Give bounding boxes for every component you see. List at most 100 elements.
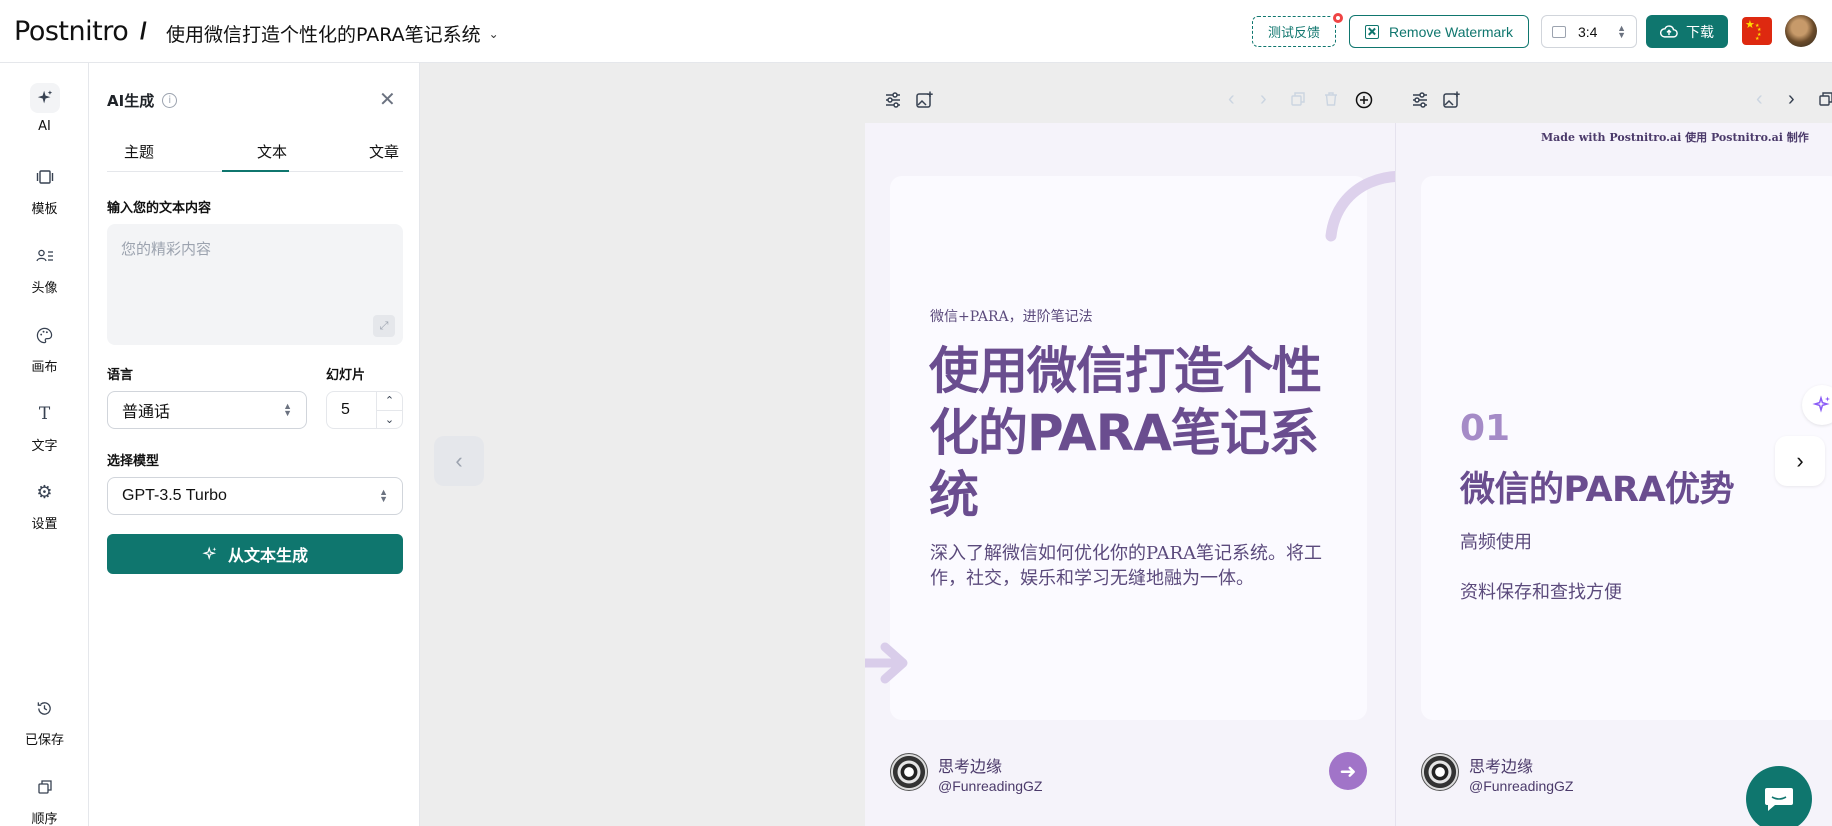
rail-item-label: 文字 <box>31 439 58 454</box>
order-icon <box>30 772 60 802</box>
palette-icon <box>30 320 60 350</box>
rail-item-label: 顺序 <box>31 812 58 826</box>
slides-value[interactable]: 5 <box>327 392 376 428</box>
document-title-dropdown[interactable]: 使用微信打造个性化的PARA笔记系统 ⌄ <box>166 20 499 47</box>
decrement-icon[interactable]: ⌄ <box>377 411 402 429</box>
remove-watermark-label: Remove Watermark <box>1389 23 1513 40</box>
point-item: 高频使用 <box>1460 532 1532 553</box>
move-left-icon[interactable]: ‹ <box>1756 88 1763 111</box>
tab-article[interactable]: 文章 <box>369 141 399 162</box>
rail-item-label: 头像 <box>31 281 58 296</box>
prev-slide-button[interactable]: ‹ <box>434 436 484 486</box>
adjust-icon[interactable] <box>884 91 902 109</box>
watermark-text: Made with Postnitro.ai 使用 Postnitro.ai 制… <box>1541 131 1809 144</box>
cloud-upload-icon <box>1660 25 1678 38</box>
language-select[interactable]: 普通话 ▲ ▼ <box>107 391 307 429</box>
history-icon <box>30 693 60 723</box>
close-icon[interactable]: ✕ <box>379 87 396 112</box>
rail-item-label: 模板 <box>31 202 58 217</box>
select-arrows-icon: ▲ ▼ <box>379 487 388 504</box>
adjust-icon[interactable] <box>1411 91 1429 109</box>
tab-topic[interactable]: 主题 <box>124 141 154 162</box>
move-right-icon[interactable]: › <box>1260 88 1267 111</box>
expand-icon[interactable]: ⤢ <box>373 315 395 337</box>
select-arrows-icon: ▲ ▼ <box>1617 22 1626 40</box>
point-item: 资料保存和查找方便 <box>1460 582 1622 603</box>
text-content-label: 输入您的文本内容 <box>107 201 212 216</box>
increment-icon[interactable]: ⌃ <box>376 392 402 411</box>
text-icon: T <box>38 404 51 424</box>
sparkle-icon <box>202 546 217 561</box>
language-value: 普通话 <box>122 404 171 421</box>
slide-headline: 使用微信打造个性化的PARA笔记系统 <box>929 342 1322 524</box>
slide-kicker: 微信+PARA，进阶笔记法 <box>930 309 1093 325</box>
model-value: GPT-3.5 Turbo <box>122 487 227 504</box>
move-left-icon[interactable]: ‹ <box>1228 88 1235 111</box>
user-avatar[interactable] <box>1785 15 1817 47</box>
top-bar: Postnitro / 使用微信打造个性化的PARA笔记系统 ⌄ 测试反馈 Re… <box>0 0 1832 63</box>
duplicate-icon[interactable] <box>1290 91 1306 107</box>
rail-item-order[interactable]: 顺序 <box>0 772 89 826</box>
rail-item-text[interactable]: T 文字 <box>0 399 89 454</box>
generate-label: 从文本生成 <box>227 546 308 565</box>
rail-item-templates[interactable]: 模板 <box>0 162 89 217</box>
text-content-input[interactable]: 您的精彩内容 ⤢ <box>107 224 403 345</box>
tab-text[interactable]: 文本 <box>257 141 287 162</box>
ai-generate-panel: AI生成 i ✕ 主题 文本 文章 输入您的文本内容 您的精彩内容 ⤢ 语言 普… <box>89 63 420 826</box>
rail-item-saved[interactable]: 已保存 <box>0 693 89 748</box>
author-name: 思考边缘 <box>938 757 1003 776</box>
duplicate-icon[interactable] <box>1818 91 1832 107</box>
slides-label: 幻灯片 <box>326 368 366 383</box>
arrow-right-icon: ➜ <box>1329 752 1367 790</box>
document-title: 使用微信打造个性化的PARA笔记系统 <box>166 24 481 46</box>
model-select[interactable]: GPT-3.5 Turbo ▲ ▼ <box>107 477 403 515</box>
sparkle-icon <box>1812 395 1830 413</box>
slide-canvas: ‹ ‹ › ‹ › 微信+PARA，进阶笔记法 使用微信打造个性化的PARA笔记… <box>420 63 1832 826</box>
aspect-ratio-select[interactable]: 3:4 ▲ ▼ <box>1541 15 1637 48</box>
rail-item-label: 画布 <box>31 360 58 375</box>
point-title: 微信的PARA优势 <box>1460 470 1735 510</box>
rail-item-label: 设置 <box>31 517 58 532</box>
slide-2[interactable]: Made with Postnitro.ai 使用 Postnitro.ai 制… <box>1395 123 1832 826</box>
rail-item-profile[interactable]: 头像 <box>0 241 89 296</box>
add-slide-icon[interactable] <box>1355 91 1373 109</box>
download-button[interactable]: 下载 <box>1646 15 1728 48</box>
rail-item-settings[interactable]: ⚙ 设置 <box>0 477 89 533</box>
author-handle: @FunreadingGZ <box>1469 778 1574 794</box>
gear-icon: ⚙ <box>36 481 53 503</box>
chat-support-button[interactable] <box>1746 766 1812 826</box>
active-tab-indicator <box>222 170 289 172</box>
slides-stepper[interactable]: 5 ⌃ ⌄ <box>326 391 403 429</box>
rail-item-label: AI <box>38 119 51 134</box>
trash-icon[interactable] <box>1323 91 1339 107</box>
template-icon <box>30 162 60 192</box>
notification-dot <box>1331 11 1345 25</box>
language-flag-icon[interactable]: ★ ★ ★ ★ ★ <box>1742 17 1772 45</box>
info-icon[interactable]: i <box>162 93 178 108</box>
model-label: 选择模型 <box>107 454 160 469</box>
language-label: 语言 <box>107 368 134 383</box>
move-right-icon[interactable]: › <box>1788 88 1795 111</box>
feedback-button[interactable]: 测试反馈 <box>1252 16 1336 47</box>
chevron-down-icon: ⌄ <box>488 26 499 41</box>
rail-item-label: 已保存 <box>24 733 64 748</box>
author-avatar <box>1421 753 1459 791</box>
next-slide-button[interactable]: › <box>1775 436 1825 486</box>
panel-title: AI生成 i <box>107 90 178 111</box>
author-handle: @FunreadingGZ <box>938 778 1043 794</box>
select-arrows-icon: ▲ ▼ <box>283 401 292 418</box>
slide-1[interactable]: 微信+PARA，进阶笔记法 使用微信打造个性化的PARA笔记系统 深入了解微信如… <box>865 123 1453 826</box>
generate-from-text-button[interactable]: 从文本生成 <box>107 534 403 574</box>
text-content-placeholder: 您的精彩内容 <box>121 240 212 258</box>
author-name: 思考边缘 <box>1469 757 1534 776</box>
add-image-icon[interactable] <box>915 91 933 109</box>
rail-item-ai[interactable]: AI <box>0 83 89 134</box>
logo[interactable]: Postnitro <box>14 16 129 47</box>
panel-title-text: AI生成 <box>107 92 155 110</box>
remove-watermark-button[interactable]: Remove Watermark <box>1349 15 1529 48</box>
breadcrumb-separator: / <box>140 18 147 45</box>
add-image-icon[interactable] <box>1442 91 1460 109</box>
rail-item-canvas[interactable]: 画布 <box>0 320 89 375</box>
ratio-icon <box>1552 25 1566 38</box>
point-number: 01 <box>1460 408 1511 449</box>
